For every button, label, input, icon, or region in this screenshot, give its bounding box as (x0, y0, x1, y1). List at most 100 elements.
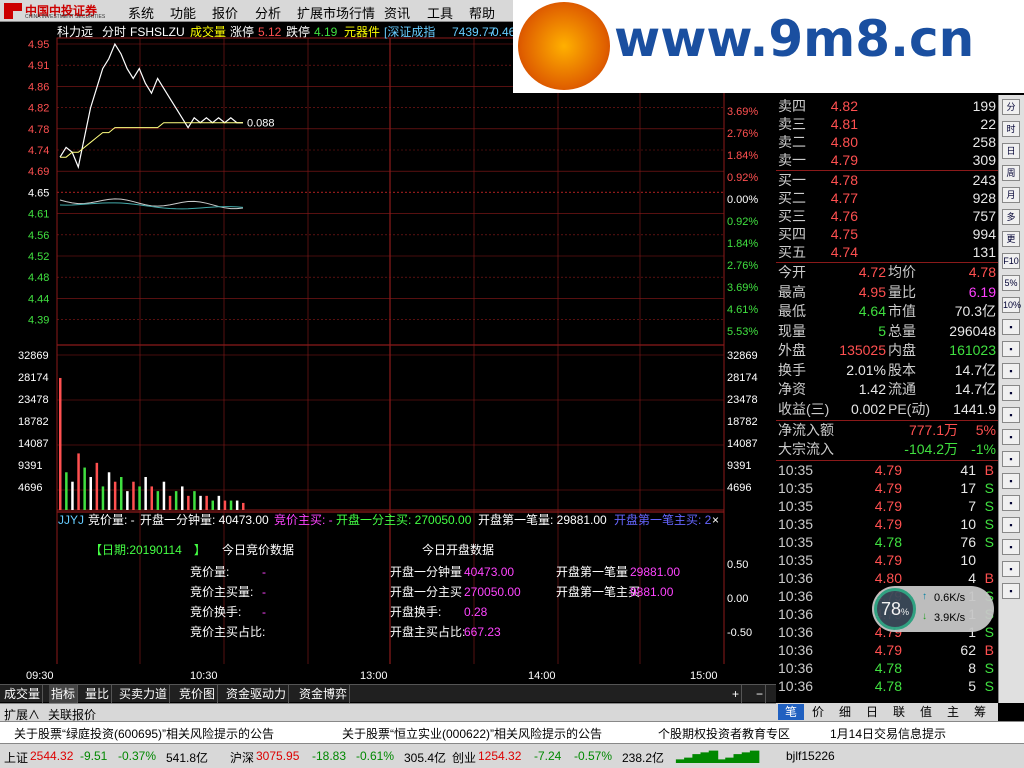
sidebar-button[interactable]: 周 (1002, 165, 1020, 181)
menu-item-extended-market[interactable]: 扩展市场行情 (297, 3, 375, 22)
detail-tab[interactable]: 主 (940, 704, 966, 720)
sidebar-button[interactable]: 5% (1002, 275, 1020, 291)
sidebar-button[interactable]: 多 (1002, 209, 1020, 225)
sidebar-button[interactable]: 月 (1002, 187, 1020, 203)
brand-logo: 中国中投证券 CHINA INVESTMENT SECURITIES (4, 2, 112, 20)
indicator-tab[interactable]: 成交量 (2, 685, 44, 703)
volume-bar (150, 486, 153, 510)
ask-volume: 199 (972, 98, 996, 114)
volume-bar (242, 502, 245, 510)
speed-unit: % (901, 607, 910, 617)
news-item[interactable]: 关于股票“恒立实业(000622)”相关风险提示的公告 (342, 725, 602, 742)
detail-tab[interactable]: 细 (832, 704, 858, 720)
menu-item-quote[interactable]: 报价 (212, 3, 238, 22)
close-icon: × (712, 513, 719, 527)
server-id: bjlf15226 (786, 749, 835, 763)
stat-value: 161023 (949, 342, 996, 358)
indicator-tab[interactable]: 买卖力道 (117, 685, 171, 703)
remove-tab-button[interactable]: − (754, 685, 767, 703)
sidebar-tool-icon[interactable]: ▪ (1002, 451, 1020, 467)
expand-bar: 扩展∧ 关联报价 (0, 703, 776, 722)
sidebar-button[interactable]: F10 (1002, 253, 1020, 269)
auction-tick-label: -0.50 (727, 627, 752, 639)
price-tick-label: 4.86 (28, 81, 49, 93)
indicator-tabs: 成交量 指标 量比 买卖力道 竞价图 资金驱动力 资金博弈 + − (0, 684, 776, 703)
time-tick-label: 10:30 (190, 670, 218, 682)
bid-label: 买三 (778, 208, 806, 224)
vol-tick-label-left: 4696 (18, 482, 42, 494)
tick-price: 4.78 (874, 660, 902, 676)
tick-time: 10:35 (778, 552, 814, 568)
sidebar-tool-icon[interactable]: ▪ (1002, 583, 1020, 599)
detail-tab[interactable]: 联 (886, 704, 912, 720)
sidebar-button[interactable]: 10% (1002, 297, 1021, 313)
sh-percent: -0.37% (118, 749, 157, 763)
detail-tab[interactable]: 值 (913, 704, 939, 720)
detail-tab[interactable]: 价 (805, 704, 831, 720)
intraday-chart[interactable]: 0.088 4.95 4.91 4.86 4.82 4.78 4.74 4.69 4.65 4.… (0, 22, 776, 688)
sidebar-button[interactable]: 日 (1002, 143, 1020, 159)
price-tick-label: 4.48 (28, 272, 49, 284)
tick-volume: 62 (960, 642, 976, 658)
volume-bar (144, 476, 147, 510)
auction-label: 竞价量: (190, 565, 229, 579)
upload-speed: 0.6K/s (934, 592, 966, 604)
price-tick-label: 4.82 (28, 103, 49, 115)
sidebar-tool-icon[interactable]: ▪ (1002, 341, 1020, 357)
auction-date: 【日期:20190114 】 (90, 543, 206, 557)
bid-volume: 994 (972, 226, 996, 242)
sidebar-tool-icon[interactable]: ▪ (1002, 473, 1020, 489)
news-item[interactable]: 个股期权投资者教育专区 (658, 725, 790, 742)
vol-tick-label-left: 9391 (18, 460, 42, 472)
volume-bar (126, 491, 129, 510)
menu-item-tools[interactable]: 工具 (427, 3, 453, 22)
sidebar-tool-icon[interactable]: ▪ (1002, 363, 1020, 379)
news-item[interactable]: 1月14日交易信息提示 (830, 725, 946, 742)
stat-label: 市值 (888, 303, 916, 319)
detail-tab[interactable]: 笔 (778, 704, 804, 720)
menu-item-help[interactable]: 帮助 (469, 3, 495, 22)
sidebar-button[interactable]: 分 (1002, 99, 1020, 115)
stat-value: 70.3亿 (954, 303, 996, 319)
pct-tick-label: 0.92% (727, 216, 758, 228)
auction-tick-label: 0.00 (727, 593, 748, 605)
add-tab-button[interactable]: + (730, 685, 743, 703)
indicator-tab[interactable]: 资金驱动力 (224, 685, 290, 703)
detail-tab[interactable]: 筹 (967, 704, 993, 720)
sidebar-tool-icon[interactable]: ▪ (1002, 385, 1020, 401)
detail-tab[interactable]: 日 (859, 704, 885, 720)
menu-item-system[interactable]: 系统 (128, 3, 154, 22)
auction-summary-label: 开盘第一笔量: 29881.00 (478, 512, 607, 527)
volume-bar (168, 495, 172, 510)
sidebar-tool-icon[interactable]: ▪ (1002, 319, 1020, 335)
stat-label: 最高 (778, 283, 806, 300)
stat-value: 2.01% (846, 361, 886, 378)
sidebar-button[interactable]: 更 (1002, 231, 1020, 247)
sidebar-tool-icon[interactable]: ▪ (1002, 517, 1020, 533)
sidebar-tool-icon[interactable]: ▪ (1002, 495, 1020, 511)
sidebar-tool-icon[interactable]: ▪ (1002, 561, 1020, 577)
menu-item-analysis[interactable]: 分析 (255, 3, 281, 22)
volume-bar (113, 481, 117, 510)
indicator-tab[interactable]: 竞价图 (177, 685, 219, 703)
brand-sub: CHINA INVESTMENT SECURITIES (25, 14, 106, 20)
indicator-tab[interactable]: 资金博弈 (297, 685, 351, 703)
indicator-tab[interactable]: 量比 (83, 685, 113, 703)
header-text: 5.12 (258, 25, 282, 39)
tick-price: 4.80 (874, 570, 902, 586)
stat-value: 5 (878, 322, 886, 339)
network-speed-widget[interactable]: 78% 0.6K/s 3.9K/s ↑ ↓ (872, 586, 994, 632)
sidebar-button[interactable]: 时 (1002, 121, 1020, 137)
menu-item-function[interactable]: 功能 (170, 3, 196, 22)
news-item[interactable]: 关于股票“绿庭投资(600695)”相关风险提示的公告 (14, 725, 274, 742)
menu-item-news[interactable]: 资讯 (384, 3, 410, 22)
vol-tick-label-right: 32869 (727, 350, 758, 362)
indicator-tab[interactable]: 指标 (49, 685, 79, 703)
sidebar-tool-icon[interactable]: ▪ (1002, 407, 1020, 423)
open-label: 开盘主买占比: (390, 624, 465, 639)
header-text: 元器件 (344, 25, 380, 39)
sidebar-tool-icon[interactable]: ▪ (1002, 429, 1020, 445)
ask-row: 卖三 4.81 22 (776, 115, 998, 133)
tick-row: 10:35 4.79 10 S (776, 515, 998, 533)
sidebar-tool-icon[interactable]: ▪ (1002, 539, 1020, 555)
